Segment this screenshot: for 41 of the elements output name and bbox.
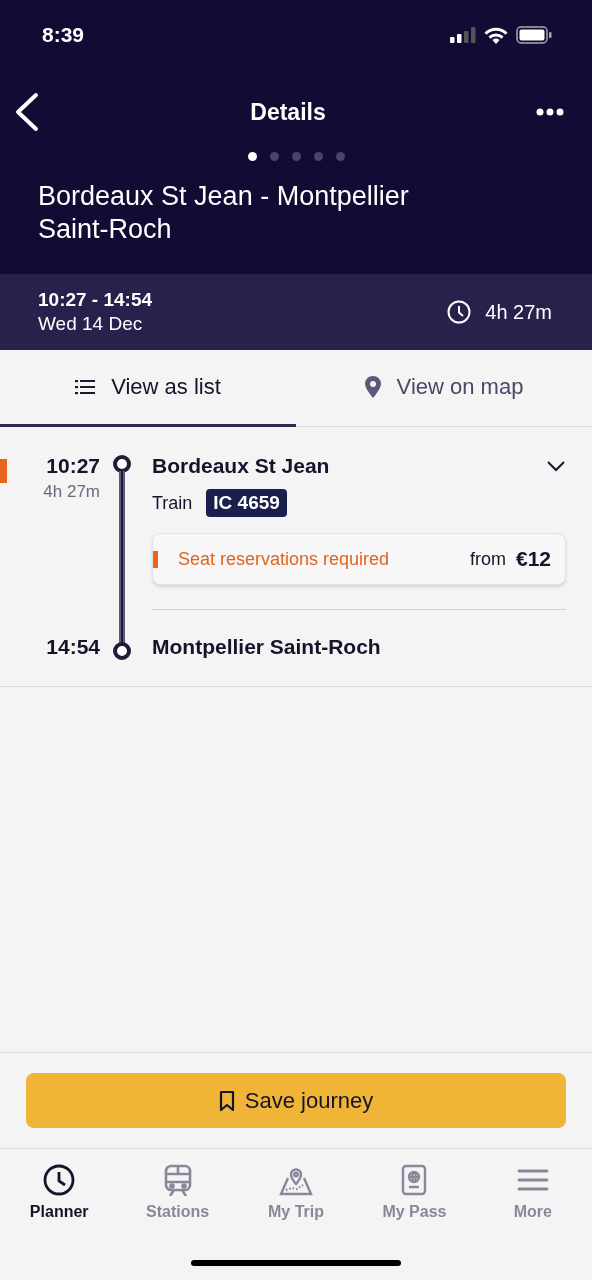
save-journey-button[interactable]: Save journey: [26, 1073, 566, 1128]
arrival-station: Montpellier Saint-Roch: [152, 634, 382, 660]
page-dot[interactable]: [313, 151, 323, 161]
page-dot[interactable]: [269, 151, 279, 161]
view-tab[interactable]: View on map: [296, 350, 592, 427]
signal-icon: [450, 27, 476, 43]
battery-icon: [516, 26, 552, 44]
wifi-icon: [484, 26, 508, 44]
page-dot[interactable]: [335, 151, 345, 161]
tab-bar-item[interactable]: Planner: [0, 1149, 119, 1229]
route-title: Bordeaux St Jean - Montpellier Saint-Roch: [37, 180, 410, 246]
train-icon: [163, 1164, 192, 1196]
page-dot[interactable]: [291, 151, 301, 161]
reservation-notice[interactable]: Seat reservations required from €12: [152, 533, 566, 585]
departure-time: 10:27: [46, 453, 100, 479]
leg-duration: 4h 27m: [43, 482, 100, 502]
screen-title: Details: [249, 98, 327, 126]
price-prefix: from: [469, 548, 506, 570]
bookmark-icon: [218, 1089, 235, 1112]
more-options-button[interactable]: [536, 108, 564, 116]
location-pin-icon: [364, 376, 381, 398]
list-icon: [75, 379, 96, 395]
status-time: 8:39: [42, 23, 85, 47]
clock-icon: [43, 1164, 76, 1196]
price: €12: [515, 547, 551, 571]
journey-date: Wed 14 Dec: [38, 313, 144, 335]
page-dot[interactable]: [247, 151, 257, 161]
notice-text: Seat reservations required: [178, 548, 391, 570]
back-button[interactable]: [14, 92, 40, 132]
transport-mode: Train: [152, 492, 193, 514]
current-leg-marker: [0, 459, 7, 483]
departure-station: Bordeaux St Jean: [152, 453, 330, 479]
arrival-time: 14:54: [46, 634, 100, 660]
journey-duration: 4h 27m: [485, 300, 552, 324]
notice-marker: [153, 550, 158, 568]
journey-times: 10:27 - 14:54: [38, 289, 153, 311]
chevron-down-icon[interactable]: [546, 460, 566, 472]
clock-icon: [447, 300, 472, 324]
train-number: IC 4659: [206, 489, 287, 517]
passport-icon: [401, 1164, 428, 1196]
menu-icon: [516, 1169, 549, 1191]
